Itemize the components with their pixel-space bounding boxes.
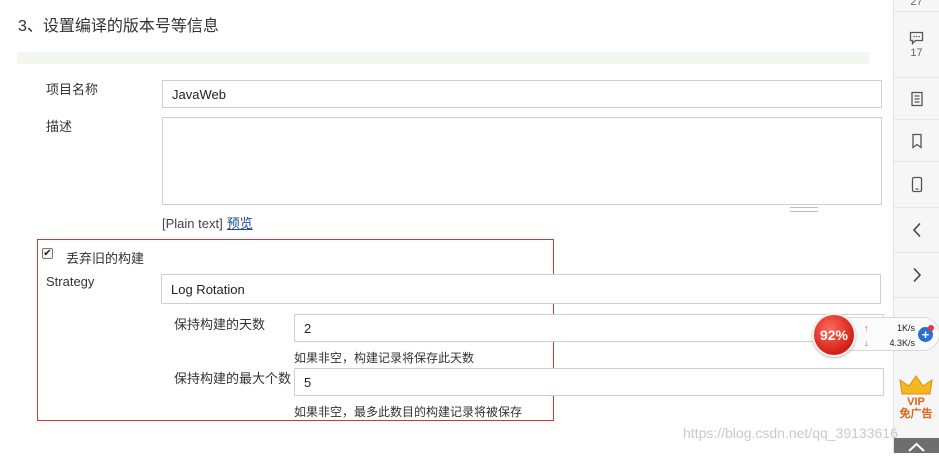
chevron-up-icon (908, 442, 925, 452)
strategy-value: Log Rotation (171, 281, 245, 297)
max-builds-value: 5 (304, 374, 312, 390)
download-speed: 4.3K/s (889, 338, 916, 348)
section-divider-strip (17, 52, 869, 64)
vip-no-ads-button[interactable]: VIP 免广告 (894, 374, 938, 424)
vip-line1: VIP (907, 396, 925, 408)
watermark: https://blog.csdn.net/qq_39133616 (683, 425, 898, 441)
crown-icon (899, 375, 933, 395)
days-to-keep-value: 2 (304, 320, 312, 336)
project-name-label: 项目名称 (46, 82, 99, 97)
memory-percent-badge[interactable]: 92% (812, 313, 856, 357)
textarea-resize-handle[interactable] (790, 207, 818, 212)
chevron-left-icon (912, 222, 921, 238)
project-name-value: JavaWeb (172, 86, 226, 102)
description-textarea[interactable] (162, 117, 882, 205)
max-builds-input[interactable]: 5 (294, 368, 884, 396)
upload-row: ↑ 1K/s (864, 323, 915, 333)
description-label: 描述 (46, 119, 73, 134)
chevron-right-icon (912, 267, 921, 283)
upload-arrow-icon: ↑ (864, 323, 869, 333)
max-builds-hint: 如果非空，最多此数目的构建记录将被保存 (294, 405, 523, 419)
plain-text-label: [Plain text] (162, 216, 223, 231)
vip-text: VIP 免广告 (894, 396, 938, 420)
like-button[interactable]: 27 (894, 0, 939, 12)
discard-builds-label: 丢弃旧的构建 (66, 251, 145, 266)
previous-button[interactable] (894, 208, 939, 253)
directory-button[interactable] (894, 78, 939, 120)
mobile-button[interactable] (894, 162, 939, 208)
bookmark-icon (911, 133, 922, 149)
vip-line2: 免广告 (899, 408, 933, 420)
discard-builds-checkbox[interactable]: ✔ (42, 248, 53, 259)
download-row: ↓ 4.3K/s (864, 338, 915, 348)
max-builds-label: 保持构建的最大个数 (174, 371, 292, 386)
preview-link[interactable]: 预览 (227, 216, 253, 231)
comment-icon (909, 31, 924, 45)
comment-count: 17 (910, 46, 923, 59)
section-heading: 3、设置编译的版本号等信息 (18, 18, 219, 35)
next-button[interactable] (894, 253, 939, 298)
strategy-select[interactable]: Log Rotation (161, 274, 881, 304)
days-to-keep-input[interactable]: 2 (294, 314, 884, 342)
document-list-icon (910, 91, 923, 106)
description-format-line: [Plain text] 预览 (162, 213, 253, 232)
upload-speed: 1K/s (897, 323, 916, 333)
notification-dot (928, 325, 934, 331)
mobile-phone-icon (911, 176, 922, 193)
days-to-keep-label: 保持构建的天数 (174, 317, 266, 332)
download-arrow-icon: ↓ (864, 338, 869, 348)
like-count: 27 (910, 0, 923, 8)
project-name-input[interactable]: JavaWeb (162, 80, 882, 108)
back-to-top-button[interactable] (894, 438, 939, 453)
days-to-keep-hint: 如果非空，构建记录将保存此天数 (294, 351, 475, 365)
strategy-label: Strategy (46, 274, 95, 289)
network-speed-widget[interactable]: 92% ↑ 1K/s ↓ 4.3K/s + (808, 313, 939, 357)
comment-button[interactable]: 17 (894, 12, 939, 78)
bookmark-button[interactable] (894, 120, 939, 162)
